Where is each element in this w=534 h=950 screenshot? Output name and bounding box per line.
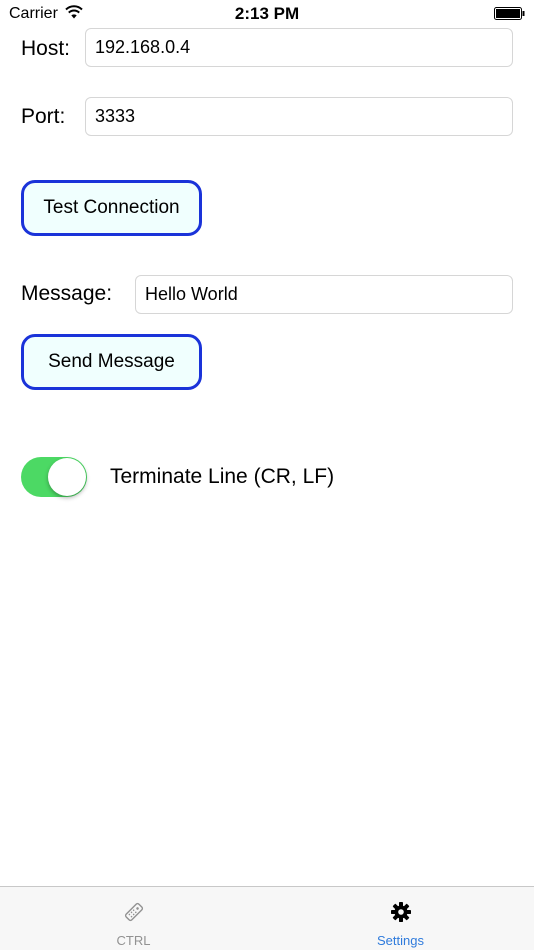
- battery-icon: [494, 7, 525, 20]
- tab-bar: CTRL Settings: [0, 886, 534, 950]
- port-label: Port:: [21, 105, 66, 128]
- message-label: Message:: [21, 282, 113, 305]
- status-bar: Carrier 2:13 PM: [0, 0, 534, 28]
- port-input[interactable]: [85, 97, 513, 136]
- remote-icon: [124, 902, 143, 922]
- terminate-line-toggle[interactable]: [21, 457, 87, 497]
- test-connection-button[interactable]: Test Connection: [21, 180, 202, 236]
- gear-icon: [390, 902, 411, 922]
- toggle-knob: [48, 458, 86, 496]
- message-input[interactable]: [135, 275, 513, 314]
- settings-screen: Carrier 2:13 PM Host: Port: Test Connect…: [0, 0, 534, 950]
- tab-ctrl[interactable]: CTRL: [0, 887, 267, 950]
- tab-settings[interactable]: Settings: [267, 887, 534, 950]
- tab-settings-label: Settings: [377, 933, 424, 948]
- tab-ctrl-label: CTRL: [116, 933, 151, 948]
- clock: 2:13 PM: [234, 4, 300, 23]
- host-label: Host:: [21, 37, 71, 60]
- host-input[interactable]: [85, 28, 513, 67]
- send-message-button[interactable]: Send Message: [21, 334, 202, 390]
- terminate-line-label: Terminate Line (CR, LF): [110, 465, 335, 488]
